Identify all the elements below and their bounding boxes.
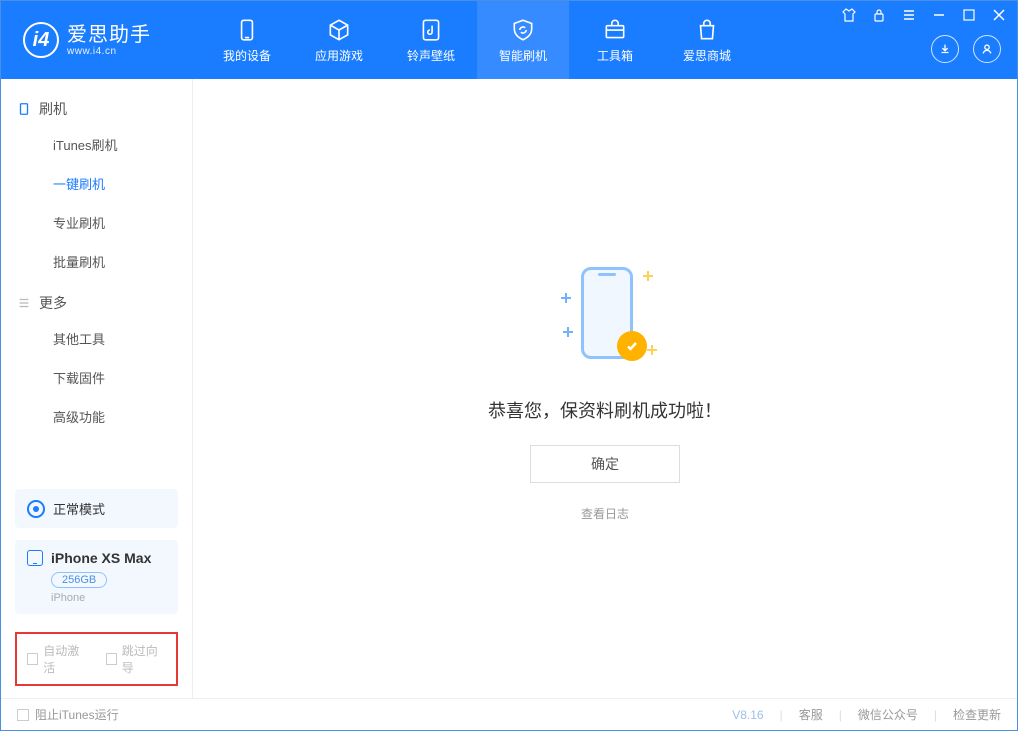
sidebar-group-more: 更多: [1, 281, 192, 319]
shield-sync-icon: [510, 17, 536, 43]
titlebar: i4 爱思助手 www.i4.cn 我的设备 应用游戏 铃声壁纸 智能刷机: [1, 1, 1017, 79]
check-icon: [624, 338, 640, 354]
option-label: 跳过向导: [122, 642, 166, 676]
success-message: 恭喜您，保资料刷机成功啦！: [488, 397, 722, 423]
device-icon: [27, 550, 43, 566]
checkbox-icon: [17, 709, 29, 721]
body: 刷机 iTunes刷机 一键刷机 专业刷机 批量刷机 更多 其他工具 下载固件 …: [1, 79, 1017, 698]
nav-ringtone-wallpaper[interactable]: 铃声壁纸: [385, 1, 477, 79]
checkbox-icon: [106, 653, 117, 665]
success-illustration: [545, 255, 665, 375]
nav-label: 爱思商城: [683, 47, 731, 64]
nav-my-device[interactable]: 我的设备: [201, 1, 293, 79]
download-button[interactable]: [931, 35, 959, 63]
nav-label: 铃声壁纸: [407, 47, 455, 64]
list-icon: [17, 296, 31, 310]
device-subtitle: iPhone: [51, 592, 166, 604]
nav-label: 智能刷机: [499, 47, 547, 64]
nav-label: 工具箱: [597, 47, 633, 64]
minimize-button[interactable]: [931, 7, 947, 23]
success-panel: 恭喜您，保资料刷机成功啦！ 确定 查看日志: [488, 255, 722, 522]
sidebar-item-pro-flash[interactable]: 专业刷机: [1, 203, 192, 242]
nav-store[interactable]: 爱思商城: [661, 1, 753, 79]
sidebar-item-itunes-flash[interactable]: iTunes刷机: [1, 125, 192, 164]
device-name: iPhone XS Max: [51, 550, 151, 566]
option-label: 自动激活: [43, 642, 87, 676]
app-url: www.i4.cn: [67, 46, 151, 57]
option-auto-activate[interactable]: 自动激活: [27, 642, 88, 676]
sidebar-item-other-tools[interactable]: 其他工具: [1, 319, 192, 358]
mode-card[interactable]: 正常模式: [15, 489, 178, 528]
nav-toolbox[interactable]: 工具箱: [569, 1, 661, 79]
lock-icon[interactable]: [871, 7, 887, 23]
device-storage: 256GB: [51, 572, 107, 588]
version-text: V8.16: [732, 708, 763, 722]
separator: |: [780, 708, 783, 722]
mode-label: 正常模式: [53, 499, 105, 518]
sparkle-icon: [645, 273, 651, 279]
option-skip-guide[interactable]: 跳过向导: [106, 642, 167, 676]
menu-icon[interactable]: [901, 7, 917, 23]
nav-label: 应用游戏: [315, 47, 363, 64]
separator: |: [934, 708, 937, 722]
music-file-icon: [418, 17, 444, 43]
phone-icon: [234, 17, 260, 43]
sidebar-group-title: 更多: [39, 293, 67, 313]
logo[interactable]: i4 爱思助手 www.i4.cn: [1, 1, 201, 79]
profile-button[interactable]: [973, 35, 1001, 63]
window-controls: [841, 7, 1007, 23]
shirt-icon[interactable]: [841, 7, 857, 23]
bag-icon: [694, 17, 720, 43]
sparkle-icon: [649, 347, 655, 353]
sidebar-item-advanced[interactable]: 高级功能: [1, 397, 192, 436]
checkbox-icon: [27, 653, 38, 665]
nav-tabs: 我的设备 应用游戏 铃声壁纸 智能刷机 工具箱 爱思商城: [201, 1, 753, 79]
close-button[interactable]: [991, 7, 1007, 23]
app-window: i4 爱思助手 www.i4.cn 我的设备 应用游戏 铃声壁纸 智能刷机: [0, 0, 1018, 731]
sparkle-icon: [563, 295, 569, 301]
sidebar: 刷机 iTunes刷机 一键刷机 专业刷机 批量刷机 更多 其他工具 下载固件 …: [1, 79, 193, 698]
logo-icon: i4: [23, 22, 59, 58]
nav-apps-games[interactable]: 应用游戏: [293, 1, 385, 79]
sidebar-item-batch-flash[interactable]: 批量刷机: [1, 242, 192, 281]
maximize-button[interactable]: [961, 7, 977, 23]
toolbox-icon: [602, 17, 628, 43]
sidebar-item-onekey-flash[interactable]: 一键刷机: [1, 164, 192, 203]
support-link[interactable]: 客服: [799, 706, 823, 723]
ok-button[interactable]: 确定: [530, 445, 680, 483]
block-itunes-label: 阻止iTunes运行: [35, 706, 119, 723]
check-badge-icon: [617, 331, 647, 361]
cube-icon: [326, 17, 352, 43]
main-content: 恭喜您，保资料刷机成功啦！ 确定 查看日志: [193, 79, 1017, 698]
block-itunes-option[interactable]: 阻止iTunes运行: [17, 706, 119, 723]
sidebar-group-flash: 刷机: [1, 87, 192, 125]
nav-label: 我的设备: [223, 47, 271, 64]
wechat-link[interactable]: 微信公众号: [858, 706, 918, 723]
sidebar-group-title: 刷机: [39, 99, 67, 119]
view-log-link[interactable]: 查看日志: [581, 505, 629, 522]
download-icon: [938, 42, 952, 56]
nav-smart-flash[interactable]: 智能刷机: [477, 1, 569, 79]
separator: |: [839, 708, 842, 722]
sparkle-icon: [565, 329, 571, 335]
device-card[interactable]: iPhone XS Max 256GB iPhone: [15, 540, 178, 614]
app-name: 爱思助手: [67, 24, 151, 46]
user-icon: [980, 42, 994, 56]
mode-icon: [27, 500, 45, 518]
sidebar-item-download-firmware[interactable]: 下载固件: [1, 358, 192, 397]
phone-small-icon: [17, 102, 31, 116]
check-update-link[interactable]: 检查更新: [953, 706, 1001, 723]
options-row-highlighted: 自动激活 跳过向导: [15, 632, 178, 686]
statusbar: 阻止iTunes运行 V8.16 | 客服 | 微信公众号 | 检查更新: [1, 698, 1017, 730]
titlebar-right: [841, 1, 1017, 79]
